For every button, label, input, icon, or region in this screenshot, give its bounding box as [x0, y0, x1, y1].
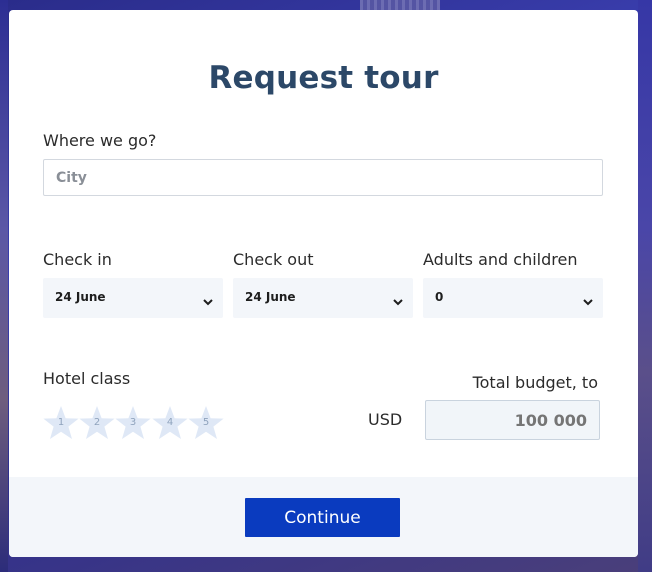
star-number: 3 — [129, 417, 137, 428]
chevron-down-icon — [583, 292, 593, 306]
check-out-label: Check out — [233, 250, 314, 269]
hotel-class-label: Hotel class — [43, 369, 131, 388]
page-title: Request tour — [208, 60, 439, 96]
check-out-value: 24 June — [245, 290, 296, 304]
star-number: 5 — [202, 417, 210, 428]
chevron-down-icon — [203, 292, 213, 306]
request-tour-card: Request tour Where we go? Check in 24 Ju… — [9, 10, 638, 557]
star-4[interactable]: 4 — [151, 404, 189, 442]
star-number: 1 — [57, 417, 65, 428]
background-image-left — [0, 0, 8, 572]
background-image-top — [360, 0, 440, 10]
guests-select[interactable]: 0 — [423, 278, 603, 318]
check-in-select[interactable]: 24 June — [43, 278, 223, 318]
check-in-value: 24 June — [55, 290, 106, 304]
background-image-right — [638, 0, 652, 572]
continue-button[interactable]: Continue — [245, 498, 400, 537]
check-out-select[interactable]: 24 June — [233, 278, 413, 318]
star-1[interactable]: 1 — [42, 404, 80, 442]
destination-label: Where we go? — [43, 131, 157, 150]
budget-input[interactable] — [425, 400, 600, 440]
star-3[interactable]: 3 — [114, 404, 152, 442]
budget-label: Total budget, to — [472, 373, 598, 392]
currency-label: USD — [368, 410, 403, 429]
city-input[interactable] — [43, 159, 603, 196]
guests-value: 0 — [435, 290, 444, 304]
chevron-down-icon — [393, 292, 403, 306]
star-number: 2 — [93, 417, 101, 428]
hotel-class-rating: 1 2 3 4 5 — [42, 404, 232, 442]
guests-label: Adults and children — [423, 250, 578, 269]
form-footer: Continue — [9, 477, 638, 557]
check-in-label: Check in — [43, 250, 112, 269]
star-5[interactable]: 5 — [187, 404, 225, 442]
star-2[interactable]: 2 — [78, 404, 116, 442]
star-number: 4 — [166, 417, 174, 428]
